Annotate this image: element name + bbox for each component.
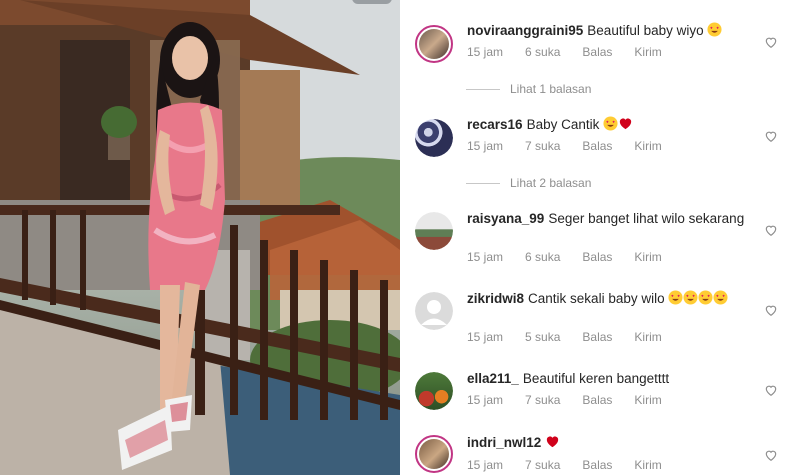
comment-meta: 15 jam 6 suka Balas Kirim	[467, 45, 684, 59]
comment-meta: 15 jam 5 suka Balas Kirim	[467, 330, 684, 344]
comment-username[interactable]: ella211_	[467, 371, 519, 386]
comment-username[interactable]: indri_nwl12	[467, 435, 541, 450]
replies-divider	[466, 182, 500, 184]
reply-button[interactable]: Balas	[582, 330, 612, 344]
comment-text: zikridwi8 Cantik sekali baby wilo	[467, 289, 757, 308]
comment-body: Seger banget lihat wilo sekarang	[548, 211, 745, 226]
reply-button[interactable]: Balas	[582, 250, 612, 264]
like-heart-icon[interactable]	[764, 303, 778, 317]
avatar[interactable]	[415, 435, 453, 473]
comment-meta: 15 jam 7 suka Balas Kirim	[467, 139, 684, 153]
heart-eyes-emoji-icon	[707, 22, 722, 37]
like-heart-icon[interactable]	[764, 223, 778, 237]
send-button[interactable]: Kirim	[634, 330, 661, 344]
default-avatar-icon	[415, 292, 453, 330]
replies-divider	[466, 88, 500, 90]
like-heart-icon[interactable]	[764, 448, 778, 462]
post-photo	[0, 0, 400, 475]
comment-body: Cantik sekali baby wilo	[528, 291, 665, 306]
avatar[interactable]	[415, 119, 453, 157]
view-replies[interactable]: Lihat 1 balasan	[466, 82, 591, 96]
comment-time: 15 jam	[467, 45, 504, 59]
reply-button[interactable]: Balas	[582, 393, 612, 407]
send-button[interactable]: Kirim	[634, 458, 661, 472]
photo-illustration	[0, 0, 400, 475]
avatar[interactable]	[415, 292, 453, 330]
avatar[interactable]	[415, 212, 453, 250]
comment-meta: 15 jam 7 suka Balas Kirim	[467, 393, 684, 407]
comment-body: Baby Cantik	[526, 117, 600, 132]
reply-button[interactable]: Balas	[582, 139, 612, 153]
heart-eyes-emoji-icon	[683, 290, 698, 305]
comment-text: raisyana_99 Seger banget lihat wilo sekar…	[467, 209, 757, 228]
send-button[interactable]: Kirim	[634, 139, 661, 153]
comment-likes[interactable]: 7 suka	[525, 139, 560, 153]
send-button[interactable]: Kirim	[634, 393, 661, 407]
comment-username[interactable]: zikridwi8	[467, 291, 524, 306]
comment-time: 15 jam	[467, 330, 504, 344]
send-button[interactable]: Kirim	[634, 250, 661, 264]
comment-username[interactable]: noviraanggraini95	[467, 23, 583, 38]
heart-eyes-emoji-icon	[603, 116, 618, 131]
comment-text: ella211_ Beautiful keren bangetttt	[467, 369, 757, 388]
comment-username[interactable]: raisyana_99	[467, 211, 544, 226]
comment-likes[interactable]: 7 suka	[525, 393, 560, 407]
comment-text: indri_nwl12	[467, 433, 757, 452]
comment-body: Beautiful keren bangetttt	[522, 371, 670, 386]
reply-button[interactable]: Balas	[582, 458, 612, 472]
like-heart-icon[interactable]	[764, 35, 778, 49]
comment-body: Beautiful baby wiyo	[587, 23, 704, 38]
heart-eyes-emoji-icon	[668, 290, 683, 305]
comments-panel[interactable]: noviraanggraini95 Beautiful baby wiyo 15 …	[400, 0, 800, 475]
view-replies[interactable]: Lihat 2 balasan	[466, 176, 591, 190]
reply-button[interactable]: Balas	[582, 45, 612, 59]
comment-time: 15 jam	[467, 393, 504, 407]
avatar[interactable]	[415, 372, 453, 410]
heart-eyes-emoji-icon	[713, 290, 728, 305]
media-indicator	[352, 0, 392, 4]
avatar[interactable]	[415, 25, 453, 63]
comment-text: recars16 Baby Cantik	[467, 115, 757, 134]
comment-username[interactable]: recars16	[467, 117, 523, 132]
comment-time: 15 jam	[467, 458, 504, 472]
comment-text: noviraanggraini95 Beautiful baby wiyo	[467, 21, 757, 40]
comment-likes[interactable]: 6 suka	[525, 45, 560, 59]
heart-eyes-emoji-icon	[698, 290, 713, 305]
comment-likes[interactable]: 7 suka	[525, 458, 560, 472]
send-button[interactable]: Kirim	[634, 45, 661, 59]
red-heart-emoji-icon	[547, 436, 559, 448]
like-heart-icon[interactable]	[764, 383, 778, 397]
like-heart-icon[interactable]	[764, 129, 778, 143]
comment-time: 15 jam	[467, 139, 504, 153]
comment-likes[interactable]: 6 suka	[525, 250, 560, 264]
comment-likes[interactable]: 5 suka	[525, 330, 560, 344]
comment-meta: 15 jam 6 suka Balas Kirim	[467, 250, 684, 264]
comment-time: 15 jam	[467, 250, 504, 264]
view-replies-label[interactable]: Lihat 2 balasan	[510, 176, 591, 190]
red-heart-emoji-icon	[619, 118, 632, 130]
comment-meta: 15 jam 7 suka Balas Kirim	[467, 458, 684, 472]
view-replies-label[interactable]: Lihat 1 balasan	[510, 82, 591, 96]
